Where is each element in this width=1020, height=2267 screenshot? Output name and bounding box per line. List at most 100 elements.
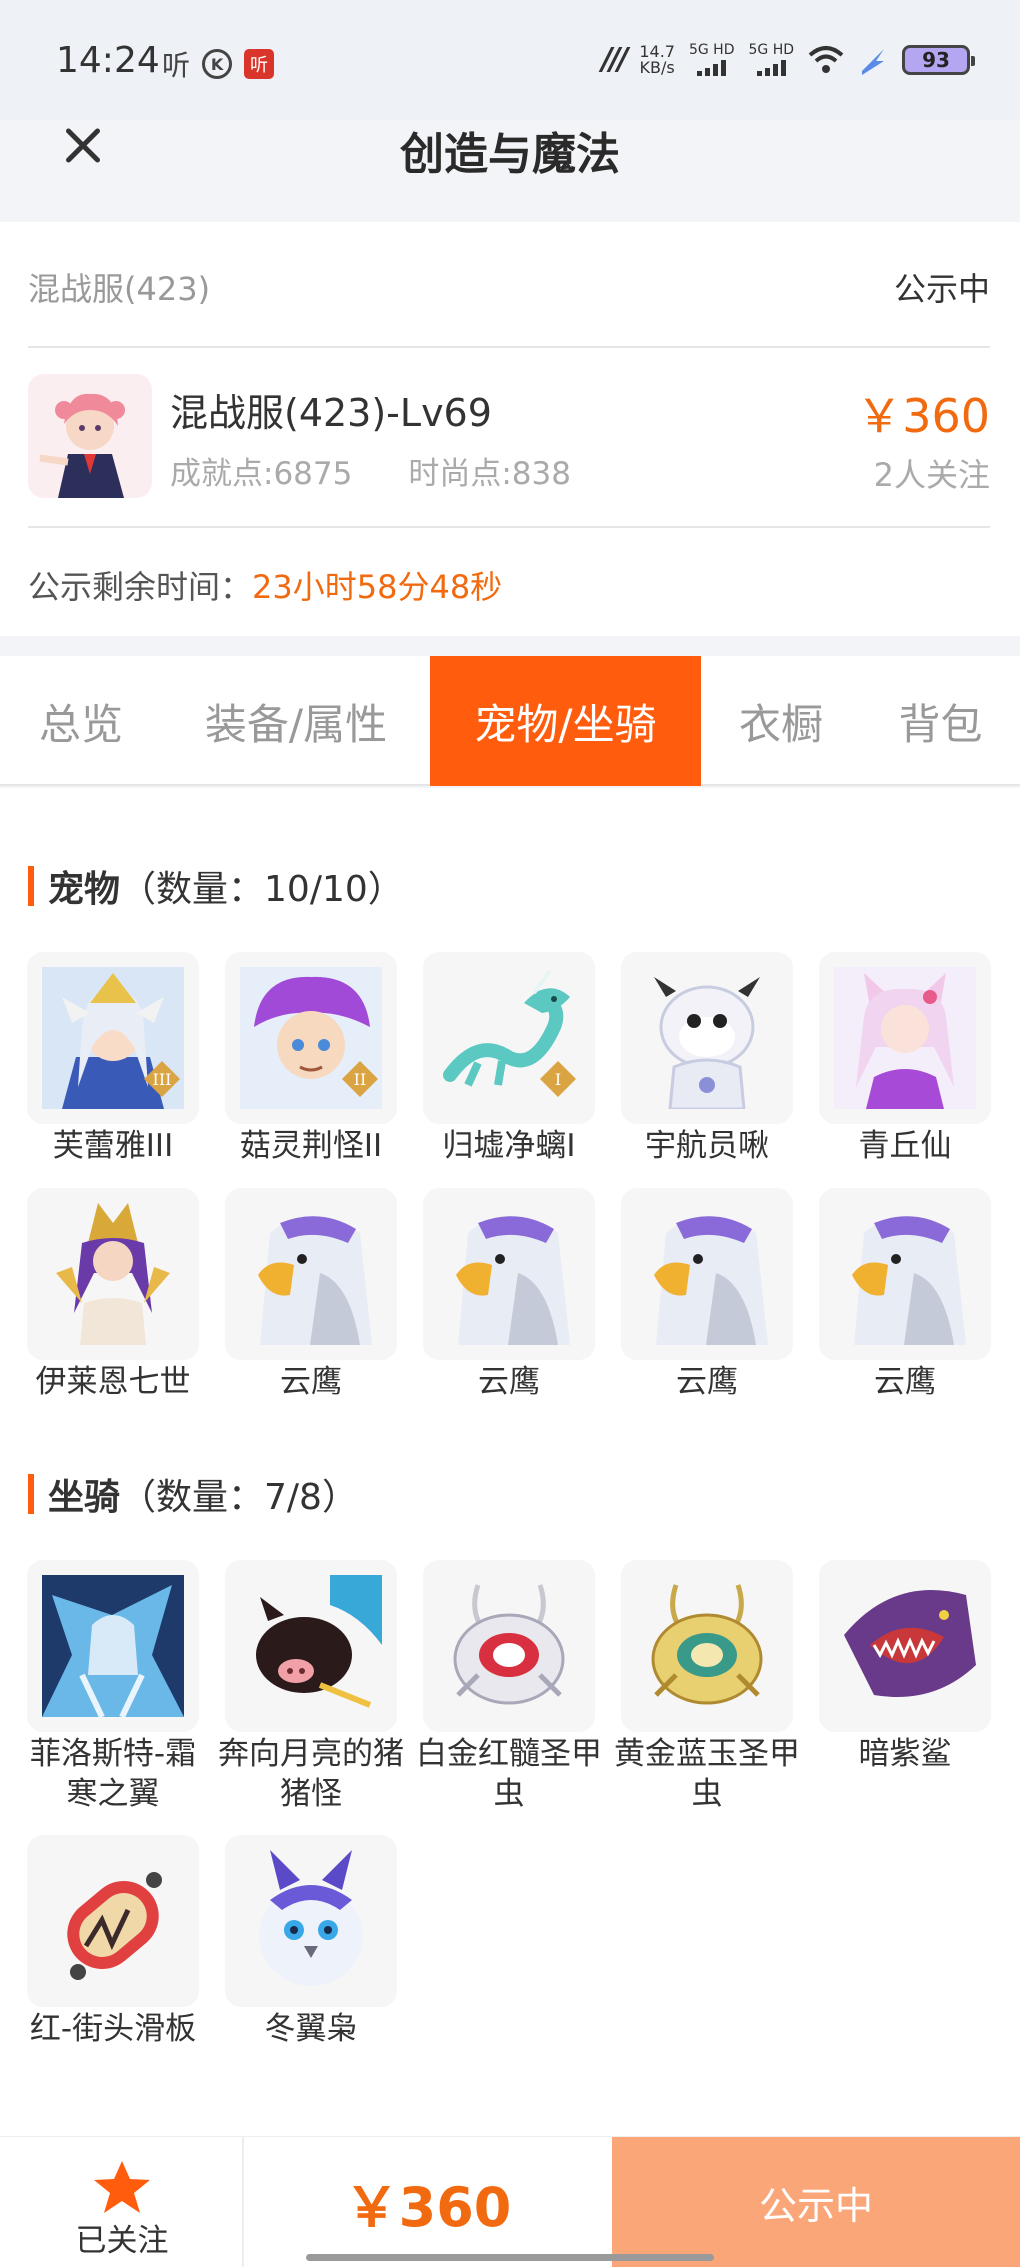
skateboard-icon [27, 1835, 199, 2007]
listing-price: ￥360 [856, 389, 990, 443]
pet-name: 云鹰 [280, 1364, 342, 1400]
charging-icon [862, 48, 884, 75]
snow-owl-icon [225, 1835, 397, 2007]
pet-item[interactable]: I 归墟净螭I [423, 952, 595, 1166]
pet-item[interactable]: II 菇灵荆怪II [225, 952, 397, 1166]
signal-1-icon: 5G HD [689, 43, 734, 76]
svg-text:III: III [153, 1070, 172, 1089]
mounts-section-title: 坐骑（数量：7/8） [28, 1468, 358, 1520]
listing-status: 公示中 [893, 270, 990, 308]
mount-name: 菲洛斯特-霜寒之翼 [29, 1736, 197, 1812]
countdown-label: 公示剩余时间： [28, 568, 253, 606]
tab-backpack[interactable]: 背包 [861, 656, 1020, 786]
signal-2-icon: 5G HD [748, 43, 794, 76]
svg-text:I: I [555, 1070, 561, 1089]
status-left-icons: 听 K 听 [162, 44, 275, 84]
listen-app-icon: 听 [244, 49, 275, 79]
pet-item[interactable]: 宇航员啾 [621, 952, 793, 1166]
white-beetle-icon [423, 1560, 595, 1732]
tab-pets-mounts[interactable]: 宠物/坐骑 [430, 656, 701, 786]
divider [28, 346, 990, 348]
eagle-icon [621, 1188, 793, 1360]
eagle-icon [225, 1188, 397, 1360]
tab-equipment[interactable]: 装备/属性 [162, 656, 430, 786]
star-icon [94, 2161, 150, 2213]
pet-item[interactable]: 云鹰 [621, 1188, 793, 1402]
mount-name: 冬翼枭 [264, 2011, 358, 2047]
mount-item[interactable]: 冬翼枭 [225, 1835, 397, 2049]
pet-name: 云鹰 [478, 1364, 540, 1400]
eagle-icon [423, 1188, 595, 1360]
status-right-icons: /// 14.7 KB/s 5G HD 5G HD 93 [601, 41, 975, 77]
countdown-value: 23小时58分48秒 [252, 568, 503, 606]
character-avatar[interactable] [28, 374, 152, 498]
countdown: 公示剩余时间：23小时58分48秒 [28, 562, 502, 608]
publicize-status-button[interactable]: 公示中 [612, 2137, 1020, 2267]
account-info-card: 混战服(423) 公示中 混战服(423)-Lv69 成就点:6875 时尚点:… [0, 222, 1020, 636]
divider [28, 526, 990, 528]
tab-bar: 总览 装备/属性 宠物/坐骑 衣橱 背包 [0, 656, 1020, 786]
pet-name: 菇灵荆怪II [239, 1128, 383, 1164]
purple-shark-icon [819, 1560, 991, 1732]
svg-text:II: II [354, 1070, 367, 1089]
eagle-icon [819, 1188, 991, 1360]
pet-item[interactable]: 青丘仙 [819, 952, 991, 1166]
mount-item[interactable]: 黄金蓝玉圣甲虫 [614, 1560, 800, 1814]
status-time: 14:24 [56, 40, 160, 81]
role-title: 混战服(423)-Lv69 [170, 391, 492, 435]
mount-item[interactable]: 白金红髓圣甲虫 [416, 1560, 602, 1814]
pet-name: 伊莱恩七世 [35, 1364, 191, 1400]
pet-item[interactable]: 云鹰 [819, 1188, 991, 1402]
mount-name: 红-街头滑板 [29, 2011, 197, 2047]
k-app-icon: K [202, 49, 233, 79]
battery-icon: 93 [902, 44, 975, 75]
mount-item[interactable]: 暗紫鲨 [819, 1560, 991, 1774]
wifi-icon [808, 45, 844, 73]
fox-fairy-icon [819, 952, 991, 1124]
follower-count: 2人关注 [873, 456, 990, 494]
mount-item[interactable]: 菲洛斯特-霜寒之翼 [27, 1560, 199, 1814]
pet-item[interactable]: 伊莱恩七世 [27, 1188, 199, 1402]
tab-wardrobe[interactable]: 衣橱 [701, 656, 861, 786]
pets-section-title: 宠物（数量：10/10） [28, 860, 404, 912]
listen-icon: 听 [162, 49, 191, 82]
pets-mounts-content: 宠物（数量：10/10） III 芙蕾雅III II 菇灵荆怪II I 归墟净螭… [0, 788, 1020, 2136]
tab-overview[interactable]: 总览 [0, 656, 162, 786]
frost-dragon-icon [27, 1560, 199, 1732]
carrier-icon: /// [601, 42, 628, 77]
pet-name: 青丘仙 [858, 1128, 952, 1164]
jade-dragon-icon: I [423, 952, 595, 1124]
pet-name: 云鹰 [676, 1364, 738, 1400]
follow-label: 已关注 [75, 2223, 169, 2259]
fashion-points: 时尚点:838 [408, 456, 571, 492]
pig-icon [225, 1560, 397, 1732]
network-speed: 14.7 KB/s [639, 41, 675, 77]
pet-item[interactable]: 云鹰 [225, 1188, 397, 1402]
mount-item[interactable]: 奔向月亮的猪猪怪 [218, 1560, 404, 1814]
angel-warrior-icon: III [27, 952, 199, 1124]
pet-name: 归墟净螭I [442, 1128, 576, 1164]
role-stats: 成就点:6875 时尚点:838 [170, 448, 571, 493]
pet-item[interactable]: 云鹰 [423, 1188, 595, 1402]
mount-name: 白金红髓圣甲虫 [416, 1736, 602, 1812]
mount-name: 暗紫鲨 [858, 1736, 952, 1772]
mount-name: 黄金蓝玉圣甲虫 [614, 1736, 800, 1812]
pharaoh-queen-icon [27, 1188, 199, 1360]
pet-name: 宇航员啾 [645, 1128, 769, 1164]
page-title: 创造与魔法 [400, 129, 620, 180]
bottom-price: ￥360 [344, 2176, 512, 2239]
server-name: 混战服(423) [28, 270, 211, 308]
mushroom-sprite-icon: II [225, 952, 397, 1124]
pet-name: 芙蕾雅III [52, 1128, 174, 1164]
pet-item[interactable]: III 芙蕾雅III [27, 952, 199, 1166]
gold-beetle-icon [621, 1560, 793, 1732]
home-indicator[interactable] [306, 2254, 714, 2261]
status-bar: 14:24 听 K 听 /// 14.7 KB/s 5G HD 5G HD 93 [0, 0, 1020, 120]
pet-name: 云鹰 [874, 1364, 936, 1400]
achievement-points: 成就点:6875 [170, 456, 353, 492]
astronaut-cow-icon [621, 952, 793, 1124]
mount-item[interactable]: 红-街头滑板 [27, 1835, 199, 2049]
follow-button[interactable]: 已关注 [0, 2137, 244, 2267]
bottom-action-bar: 已关注 ￥360 公示中 [0, 2136, 1020, 2267]
mount-name: 奔向月亮的猪猪怪 [218, 1736, 404, 1812]
